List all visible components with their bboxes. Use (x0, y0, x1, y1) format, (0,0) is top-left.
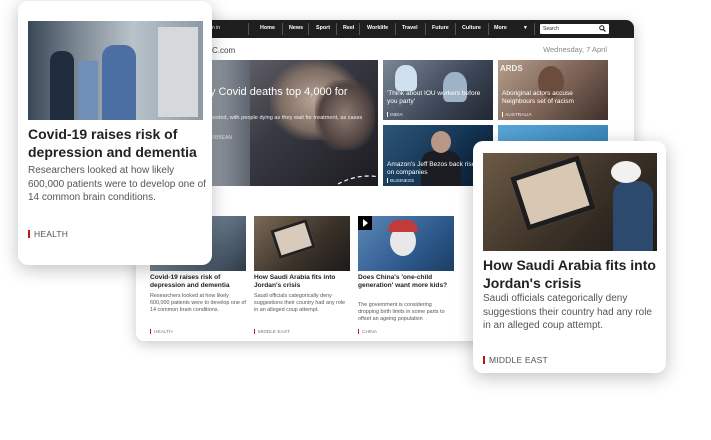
card-photo (28, 21, 203, 120)
nav-divider (308, 23, 309, 35)
photo-screen (510, 155, 596, 231)
tag-accent-bar (483, 356, 485, 364)
featured-card-middle-east[interactable]: How Saudi Arabia fits into Jordan's cris… (473, 141, 666, 373)
card-tag[interactable]: MIDDLE EAST (254, 329, 290, 335)
card-tag[interactable]: HEALTH (150, 329, 173, 335)
featured-card-title[interactable]: Covid-19 raises risk of depression and d… (28, 126, 204, 161)
nav-divider (488, 23, 489, 35)
card-tag[interactable]: CHINA (358, 329, 377, 335)
nav-divider (425, 23, 426, 35)
story-tile-india[interactable]: 'Think about IOU workers before you part… (383, 60, 493, 120)
nav-item-culture[interactable]: Culture (462, 25, 481, 31)
hero-summary: owded, with people dying as they wait fo… (210, 115, 363, 121)
featured-card-health[interactable]: Covid-19 raises risk of depression and d… (18, 1, 212, 265)
nav-divider (336, 23, 337, 35)
card-image-china[interactable] (358, 216, 454, 271)
sign-in-link[interactable]: n in (212, 25, 220, 31)
photo-person (102, 45, 136, 120)
nav-divider (455, 23, 456, 35)
featured-card-tag-label[interactable]: MIDDLE EAST (489, 355, 548, 365)
featured-card-title[interactable]: How Saudi Arabia fits into Jordan's cris… (483, 257, 659, 292)
card-summary: The government is considering dropping b… (358, 302, 445, 323)
featured-card-tag-label[interactable]: HEALTH (34, 229, 68, 239)
nav-divider (359, 23, 360, 35)
tile-tag[interactable]: AUSTRALIA (502, 112, 532, 118)
search-placeholder: Search (543, 26, 559, 32)
hero-story[interactable] (210, 60, 378, 186)
card-summary: Saudi officials categorically deny sugge… (254, 293, 346, 314)
play-icon[interactable] (358, 216, 372, 230)
site-logo[interactable]: C.com (212, 46, 235, 55)
chevron-down-icon[interactable]: ▾ (524, 25, 527, 31)
nav-divider (534, 23, 535, 35)
search-icon[interactable] (599, 25, 606, 32)
tile-bg-text: ARDS (500, 64, 523, 73)
card-title[interactable]: How Saudi Arabia fits into Jordan's cris… (254, 274, 350, 290)
photo-person (78, 61, 98, 120)
card-summary: Researchers looked at how likely 600,000… (150, 293, 246, 314)
nav-item-more[interactable]: More (494, 25, 507, 31)
nav-item-sport[interactable]: Sport (316, 25, 330, 31)
card-title[interactable]: Does China's 'one-child generation' want… (358, 274, 454, 290)
hero-title[interactable]: y Covid deaths top 4,000 for (210, 86, 348, 98)
story-tile-australia[interactable]: ARDS Aboriginal actors accuse Neighbours… (498, 60, 608, 120)
featured-card-tag[interactable]: MIDDLE EAST (483, 355, 548, 365)
nav-item-travel[interactable]: Travel (402, 25, 418, 31)
tile-tag[interactable]: INDIA (387, 112, 403, 118)
card-image-screen (270, 218, 316, 260)
search-input[interactable]: Search (540, 24, 609, 34)
tile-title[interactable]: Aboriginal actors accuse Neighbours set … (502, 90, 597, 106)
nav-divider (282, 23, 283, 35)
nav-item-news[interactable]: News (289, 25, 303, 31)
nav-item-future[interactable]: Future (432, 25, 449, 31)
header-date: Wednesday, 7 April (543, 45, 607, 54)
tag-accent-bar (28, 230, 30, 238)
hero-image-bg (210, 60, 250, 186)
card-title[interactable]: Covid-19 raises risk of depression and d… (150, 274, 246, 290)
photo-person (50, 51, 74, 120)
featured-card-summary: Saudi officials categorically deny sugge… (483, 293, 652, 331)
nav-item-reel[interactable]: Reel (343, 25, 354, 31)
tile-tag[interactable]: BUSINESS (387, 178, 414, 184)
photo-hat (611, 161, 641, 183)
tile-image (431, 131, 451, 153)
featured-card-tag[interactable]: HEALTH (28, 229, 68, 239)
photo-door (158, 27, 198, 117)
tile-title[interactable]: Amazon's Jeff Bezos back rise on compani… (387, 161, 482, 177)
nav-divider (248, 23, 249, 35)
hero-tag[interactable]: RIBBEAN (210, 135, 232, 141)
card-image-middle-east[interactable] (254, 216, 350, 271)
hero-dashed-line (337, 175, 385, 185)
nav-item-home[interactable]: Home (260, 25, 275, 31)
featured-card-summary: Researchers looked at how likely 600,000… (28, 165, 206, 203)
nav-divider (395, 23, 396, 35)
card-photo (483, 153, 657, 251)
card-image-cap (388, 220, 418, 232)
photo-person (613, 181, 653, 251)
nav-item-worklife[interactable]: Worklife (367, 25, 388, 31)
tile-image (395, 65, 417, 91)
tile-title[interactable]: 'Think about IOU workers before you part… (387, 90, 482, 106)
